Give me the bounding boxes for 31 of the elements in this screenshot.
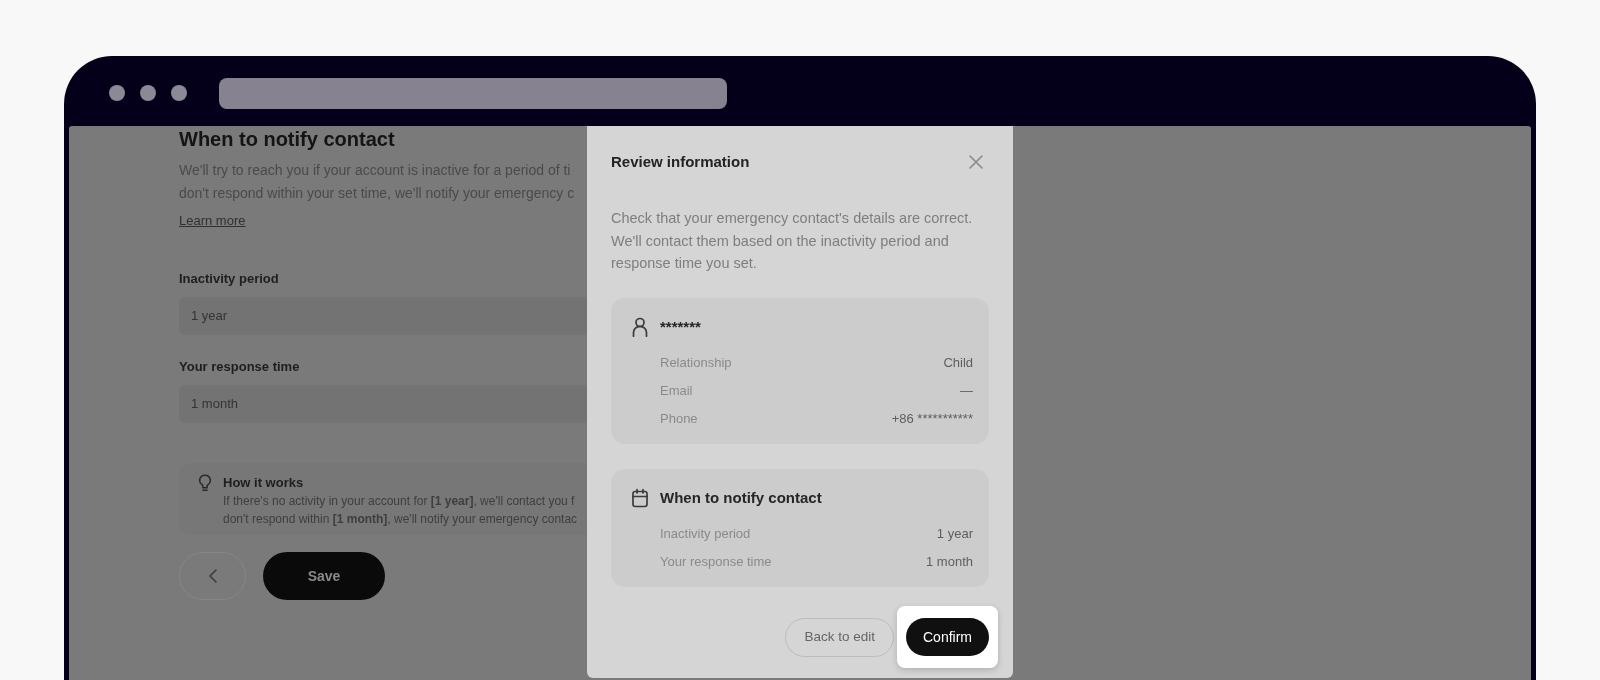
chevron-left-icon bbox=[207, 568, 218, 584]
card-title: When to notify contact bbox=[660, 487, 822, 508]
learn-more-link[interactable]: Learn more bbox=[179, 211, 246, 231]
detail-value: Child bbox=[943, 354, 973, 373]
field-label: Inactivity period bbox=[179, 270, 280, 288]
detail-value: 1 month bbox=[926, 553, 973, 572]
detail-value: +86 *********** bbox=[891, 410, 973, 429]
field-label: Your response time bbox=[179, 358, 301, 376]
detail-label: Inactivity period bbox=[660, 525, 751, 544]
save-button[interactable]: Save bbox=[263, 552, 385, 600]
modal-description: Check that your emergency contact's details are correct. We'll contact them based on the inactivity period and response time you set. bbox=[611, 209, 974, 273]
window-dot-icon[interactable] bbox=[140, 85, 156, 101]
detail-label: Your response time bbox=[660, 553, 772, 572]
modal-title: Review information bbox=[611, 152, 750, 172]
lightbulb-icon bbox=[198, 474, 212, 492]
detail-label: Relationship bbox=[660, 354, 732, 373]
info-title: How it works bbox=[223, 474, 305, 492]
window-dot-icon[interactable] bbox=[109, 85, 125, 101]
detail-label: Phone bbox=[660, 410, 698, 429]
address-bar[interactable] bbox=[219, 77, 727, 109]
calendar-icon bbox=[632, 488, 648, 508]
detail-value: — bbox=[960, 382, 973, 401]
window-dot-icon[interactable] bbox=[171, 85, 187, 101]
select-field[interactable]: 1 year bbox=[179, 297, 587, 335]
confirm-button[interactable]: Confirm bbox=[906, 618, 989, 656]
detail-value: 1 year bbox=[936, 525, 973, 544]
detail-label: Email bbox=[660, 382, 693, 401]
select-field[interactable]: 1 month bbox=[179, 385, 587, 423]
person-icon bbox=[632, 317, 648, 337]
page-heading: When to notify contact bbox=[179, 127, 396, 151]
contact-name: ******* bbox=[660, 316, 701, 337]
